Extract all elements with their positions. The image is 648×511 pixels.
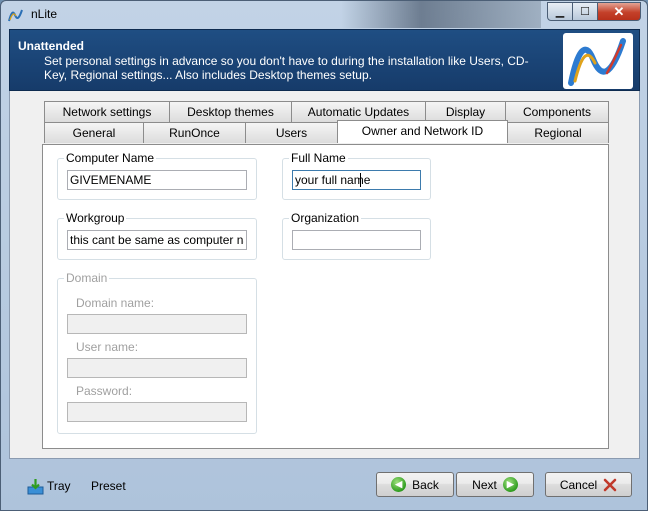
tab-desktop-themes[interactable]: Desktop themes: [169, 101, 292, 122]
domain-label: Domain: [64, 271, 110, 285]
full-name-label: Full Name: [289, 151, 348, 165]
workgroup-label: Workgroup: [64, 211, 127, 225]
maximize-icon: ☐: [580, 6, 590, 18]
domain-name-input[interactable]: [67, 314, 247, 334]
next-label: Next: [472, 477, 497, 492]
back-label: Back: [412, 477, 439, 492]
tray-button[interactable]: Tray: [27, 477, 71, 495]
workgroup-group: Workgroup: [57, 211, 257, 260]
tab-label: Users: [275, 126, 308, 140]
nlite-logo-icon: [8, 9, 23, 22]
domain-name-label: Domain name:: [76, 296, 155, 310]
cancel-button[interactable]: Cancel: [545, 472, 632, 497]
tab-label: Network settings: [62, 105, 152, 119]
window-title: nLite: [31, 7, 58, 21]
tab-general[interactable]: General: [44, 122, 144, 143]
tab-regional[interactable]: Regional: [507, 122, 609, 143]
organization-group: Organization: [282, 211, 431, 260]
tab-components[interactable]: Components: [505, 101, 609, 122]
nlite-window: nLite ▁ ☐ ✕ Unattended Set personal sett…: [0, 0, 648, 511]
minimize-icon: ▁: [555, 6, 565, 18]
user-name-label: User name:: [76, 340, 139, 354]
tab-label: General: [72, 126, 116, 140]
tab-owner-and-network-id[interactable]: Owner and Network ID: [337, 120, 508, 143]
header-banner: Unattended Set personal settings in adva…: [9, 29, 640, 91]
tab-label: Automatic Updates: [307, 105, 410, 119]
close-button[interactable]: ✕: [598, 2, 641, 21]
page-title: Unattended: [18, 39, 84, 53]
title-bar[interactable]: nLite ▁ ☐ ✕: [1, 1, 647, 28]
password-label: Password:: [76, 384, 133, 398]
full-name-group: Full Name: [282, 151, 431, 200]
organization-input[interactable]: [292, 230, 421, 250]
tab-label: Desktop themes: [187, 105, 274, 119]
computer-name-input[interactable]: [67, 170, 247, 190]
tab-runonce[interactable]: RunOnce: [143, 122, 246, 143]
full-name-input[interactable]: [292, 170, 421, 190]
owner-network-panel: Computer Name Full Name Workgroup Organi…: [42, 144, 609, 449]
organization-label: Organization: [289, 211, 362, 225]
title-bar-background: [341, 1, 541, 28]
nlite-large-logo-icon: [568, 38, 626, 86]
tab-users[interactable]: Users: [245, 122, 338, 143]
back-button[interactable]: ◀ Back: [376, 472, 454, 497]
preset-label: Preset: [91, 479, 126, 493]
cancel-x-icon: [603, 478, 617, 491]
password-input[interactable]: [67, 402, 247, 422]
main-content: Network settings Desktop themes Automati…: [9, 91, 640, 459]
tab-label: Regional: [534, 126, 582, 140]
workgroup-input[interactable]: [67, 230, 247, 250]
page-description: Set personal settings in advance so you …: [44, 54, 529, 82]
close-icon: ✕: [613, 3, 625, 19]
tab-network-settings[interactable]: Network settings: [44, 101, 170, 122]
computer-name-group: Computer Name: [57, 151, 257, 200]
arrow-right-icon: ▶: [502, 477, 518, 492]
preset-button[interactable]: Preset: [91, 477, 126, 495]
bottom-bar: Tray Preset ◀ Back Next ▶ Cancel: [1, 463, 647, 511]
tab-label: Owner and Network ID: [361, 124, 484, 138]
user-name-input[interactable]: [67, 358, 247, 378]
window-controls: ▁ ☐ ✕: [547, 2, 641, 21]
tab-label: Components: [522, 105, 592, 119]
minimize-button[interactable]: ▁: [547, 2, 573, 21]
next-button[interactable]: Next ▶: [456, 472, 534, 497]
banner-logo: [563, 33, 633, 89]
tab-automatic-updates[interactable]: Automatic Updates: [291, 101, 426, 122]
computer-name-label: Computer Name: [64, 151, 157, 165]
text-caret: [360, 173, 361, 187]
maximize-button[interactable]: ☐: [573, 2, 598, 21]
tab-label: Display: [445, 105, 486, 119]
tab-label: RunOnce: [169, 126, 220, 140]
tray-label: Tray: [47, 479, 71, 493]
tray-icon: [27, 478, 44, 494]
arrow-left-icon: ◀: [391, 477, 407, 492]
tab-display[interactable]: Display: [425, 101, 506, 122]
cancel-label: Cancel: [559, 477, 598, 492]
domain-group: Domain Domain name: User name: Password:: [57, 271, 257, 434]
